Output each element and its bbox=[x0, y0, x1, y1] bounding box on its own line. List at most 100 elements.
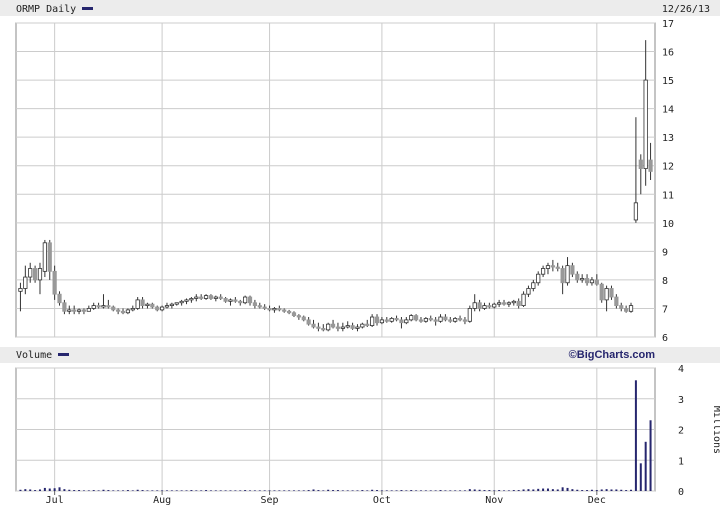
price-tick-label: 17 bbox=[662, 19, 674, 30]
candle-body bbox=[404, 319, 409, 324]
candle-body bbox=[633, 202, 639, 221]
price-tick-label: 13 bbox=[662, 133, 674, 144]
candle-body bbox=[179, 300, 184, 304]
candle-body bbox=[614, 296, 619, 307]
candle-body bbox=[321, 328, 326, 331]
volume-bar bbox=[449, 490, 452, 491]
candle-body bbox=[345, 325, 350, 328]
candle-body bbox=[18, 288, 23, 292]
candle-body bbox=[594, 279, 599, 285]
candle-body bbox=[296, 315, 301, 318]
volume-bar bbox=[546, 488, 549, 491]
volume-bar bbox=[29, 489, 32, 491]
candle-body bbox=[555, 266, 560, 269]
volume-bar bbox=[151, 490, 154, 491]
candle bbox=[243, 295, 248, 305]
volume-bar bbox=[507, 490, 510, 491]
volume-bar bbox=[522, 489, 525, 491]
candle-body bbox=[330, 323, 336, 328]
candle-body bbox=[536, 273, 541, 284]
volume-bar bbox=[419, 490, 422, 491]
candle-body bbox=[194, 296, 199, 299]
candle-body bbox=[526, 288, 531, 295]
volume-bar bbox=[498, 490, 501, 491]
volume-bar bbox=[532, 489, 535, 491]
volume-bar bbox=[625, 490, 628, 491]
candle-body bbox=[384, 319, 389, 322]
volume-bar bbox=[327, 489, 330, 491]
volume-bar bbox=[131, 490, 134, 491]
volume-bar bbox=[634, 380, 637, 491]
candle-body bbox=[433, 319, 438, 322]
volume-bar bbox=[332, 490, 335, 491]
volume-bar bbox=[590, 489, 593, 491]
volume-bar bbox=[586, 490, 589, 491]
candle-body bbox=[257, 305, 262, 308]
candle-body bbox=[575, 273, 580, 281]
volume-bar bbox=[258, 490, 261, 491]
volume-bar bbox=[410, 490, 413, 491]
candle-body bbox=[208, 295, 214, 299]
candle-body bbox=[506, 302, 512, 305]
candle-body bbox=[243, 296, 248, 304]
candle-body bbox=[335, 326, 341, 329]
candle-body bbox=[457, 318, 463, 321]
volume-bar bbox=[102, 489, 105, 491]
candle-body bbox=[370, 316, 375, 326]
candle-body bbox=[355, 326, 360, 329]
candle-body bbox=[213, 296, 218, 299]
volume-bar bbox=[620, 489, 623, 491]
volume-bar bbox=[146, 490, 149, 491]
candle bbox=[32, 265, 38, 283]
volume-bar bbox=[415, 490, 418, 491]
volume-bar bbox=[478, 489, 481, 491]
volume-tick-label: 2 bbox=[678, 426, 684, 437]
x-tick-label: Nov bbox=[485, 495, 503, 506]
candle-body bbox=[467, 308, 472, 322]
volume-bar bbox=[600, 489, 603, 491]
volume-bar bbox=[537, 488, 540, 491]
candle-body bbox=[150, 303, 155, 308]
volume-bar bbox=[97, 490, 100, 491]
candle-body bbox=[648, 159, 653, 172]
volume-bar bbox=[556, 489, 559, 491]
candle-body bbox=[516, 300, 521, 306]
volume-bar bbox=[68, 489, 71, 491]
volume-y-axis-label: Millions bbox=[711, 406, 720, 454]
candle-body bbox=[521, 293, 526, 307]
candle-body bbox=[223, 298, 228, 302]
volume-bar bbox=[288, 490, 291, 491]
volume-bar bbox=[38, 489, 41, 491]
candle-body bbox=[482, 305, 487, 309]
volume-bar bbox=[156, 490, 159, 491]
candle-body bbox=[599, 283, 604, 301]
volume-bar bbox=[639, 463, 642, 491]
volume-bar bbox=[43, 487, 46, 491]
volume-bar bbox=[170, 490, 173, 491]
volume-bar bbox=[200, 490, 203, 491]
volume-bar bbox=[180, 490, 183, 491]
volume-legend-swatch bbox=[58, 353, 69, 356]
volume-bar bbox=[429, 490, 432, 491]
candle-body bbox=[497, 302, 502, 305]
volume-bar bbox=[263, 490, 266, 491]
candle-body bbox=[145, 303, 150, 307]
price-tick-label: 6 bbox=[662, 333, 668, 344]
volume-bar bbox=[595, 490, 598, 491]
volume-bar bbox=[224, 490, 227, 491]
volume-bar bbox=[175, 490, 178, 491]
volume-bar bbox=[234, 490, 237, 491]
candle-body bbox=[365, 323, 370, 326]
candle-body bbox=[159, 306, 165, 311]
volume-bar bbox=[336, 490, 339, 491]
x-tick-label: Aug bbox=[153, 495, 171, 506]
volume-bar bbox=[581, 490, 584, 491]
volume-bar bbox=[297, 490, 300, 491]
candle-body bbox=[42, 242, 47, 272]
candle-body bbox=[638, 159, 643, 169]
candle-body bbox=[247, 296, 253, 304]
candle-body bbox=[462, 319, 468, 322]
volume-bar bbox=[307, 490, 310, 491]
volume-bar bbox=[34, 490, 37, 491]
volume-bar bbox=[253, 490, 256, 491]
